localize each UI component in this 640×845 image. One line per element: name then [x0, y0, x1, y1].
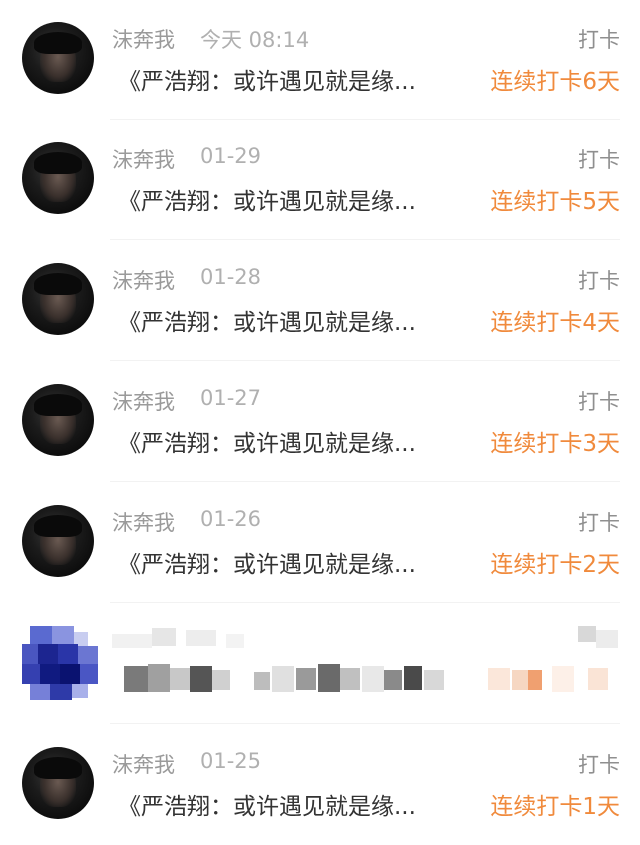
type-label: 打卡: [578, 269, 620, 293]
obscured-streak: [488, 668, 510, 690]
user-avatar-icon[interactable]: [22, 505, 94, 577]
divider: [110, 239, 620, 240]
checkin-feed: 沫奔我 今天 08:14 打卡 《严浩翔：或许遇见就是缘... 连续打卡6天 沫…: [0, 0, 640, 835]
obscured-text: [226, 634, 244, 648]
timestamp: 01-28: [200, 265, 262, 289]
type-label: 打卡: [578, 28, 620, 52]
obscured-type: [578, 626, 596, 642]
obscured-text: [362, 666, 384, 692]
username[interactable]: 沫奔我: [112, 144, 175, 174]
timestamp: 01-26: [200, 507, 262, 531]
streak-badge: 连续打卡5天: [490, 189, 620, 215]
streak-badge: 连续打卡4天: [490, 310, 620, 336]
obscured-streak: [512, 670, 528, 690]
divider: [110, 723, 620, 724]
streak-badge: 连续打卡1天: [490, 794, 620, 820]
feed-item[interactable]: 沫奔我 今天 08:14 打卡 《严浩翔：或许遇见就是缘... 连续打卡6天: [0, 0, 640, 120]
timestamp: 01-29: [200, 144, 262, 168]
post-content[interactable]: 《严浩翔：或许遇见就是缘...: [118, 62, 416, 96]
obscured-text: [424, 670, 444, 690]
obscured-text: [296, 668, 316, 690]
user-avatar-icon[interactable]: [22, 22, 94, 94]
divider: [110, 602, 620, 603]
timestamp: 今天 08:14: [200, 28, 310, 52]
post-content[interactable]: 《严浩翔：或许遇见就是缘...: [118, 545, 416, 579]
obscured-streak: [552, 666, 574, 692]
type-label: 打卡: [578, 390, 620, 414]
streak-badge: 连续打卡2天: [490, 552, 620, 578]
post-content[interactable]: 《严浩翔：或许遇见就是缘...: [118, 303, 416, 337]
obscured-streak: [528, 670, 542, 690]
feed-item[interactable]: 沫奔我 01-28 打卡 《严浩翔：或许遇见就是缘... 连续打卡4天: [0, 241, 640, 361]
post-content[interactable]: 《严浩翔：或许遇见就是缘...: [118, 787, 416, 821]
obscured-username: [112, 634, 152, 648]
post-content[interactable]: 《严浩翔：或许遇见就是缘...: [118, 424, 416, 458]
timestamp: 01-27: [200, 386, 262, 410]
user-avatar-icon[interactable]: [22, 263, 94, 335]
user-avatar-icon[interactable]: [22, 747, 94, 819]
obscured-text: [318, 664, 340, 692]
obscured-text: [254, 672, 270, 690]
blurred-avatar-icon[interactable]: [22, 626, 98, 702]
username[interactable]: 沫奔我: [112, 386, 175, 416]
type-label: 打卡: [578, 511, 620, 535]
username[interactable]: 沫奔我: [112, 24, 175, 54]
obscured-text: [170, 668, 190, 690]
obscured-text: [190, 666, 212, 692]
obscured-text: [212, 670, 230, 690]
obscured-text: [152, 628, 176, 646]
obscured-type: [596, 630, 618, 648]
streak-badge: 连续打卡3天: [490, 431, 620, 457]
obscured-text: [340, 668, 360, 690]
obscured-text: [272, 666, 294, 692]
obscured-text: [404, 666, 422, 690]
obscured-text: [124, 666, 148, 692]
streak-badge: 连续打卡6天: [490, 69, 620, 95]
feed-item[interactable]: 沫奔我 01-29 打卡 《严浩翔：或许遇见就是缘... 连续打卡5天: [0, 120, 640, 240]
timestamp: 01-25: [200, 749, 262, 773]
feed-item[interactable]: 沫奔我 01-26 打卡 《严浩翔：或许遇见就是缘... 连续打卡2天: [0, 483, 640, 603]
username[interactable]: 沫奔我: [112, 265, 175, 295]
post-content[interactable]: 《严浩翔：或许遇见就是缘...: [118, 182, 416, 216]
type-label: 打卡: [578, 753, 620, 777]
username[interactable]: 沫奔我: [112, 749, 175, 779]
obscured-streak: [588, 668, 608, 690]
obscured-text: [186, 630, 216, 646]
feed-item[interactable]: 沫奔我 01-27 打卡 《严浩翔：或许遇见就是缘... 连续打卡3天: [0, 362, 640, 482]
feed-item[interactable]: 沫奔我 01-25 打卡 《严浩翔：或许遇见就是缘... 连续打卡1天: [0, 725, 640, 845]
obscured-text: [384, 670, 402, 690]
obscured-text: [148, 664, 170, 692]
type-label: 打卡: [578, 148, 620, 172]
user-avatar-icon[interactable]: [22, 384, 94, 456]
username[interactable]: 沫奔我: [112, 507, 175, 537]
divider: [110, 360, 620, 361]
divider: [110, 481, 620, 482]
obscured-feed-item[interactable]: [0, 604, 640, 724]
user-avatar-icon[interactable]: [22, 142, 94, 214]
